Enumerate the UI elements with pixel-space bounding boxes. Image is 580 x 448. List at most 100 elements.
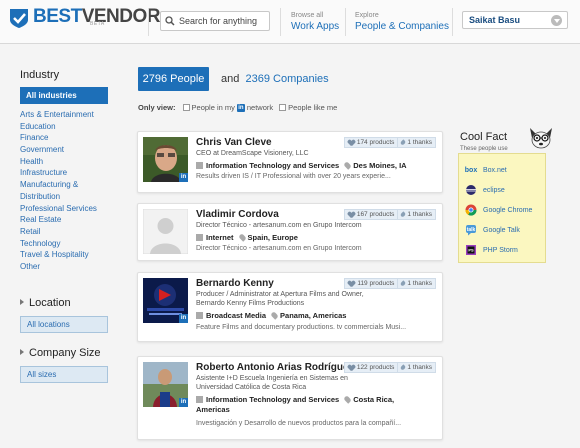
- person-location-cont: Americas: [196, 405, 230, 414]
- person-description: Feature Films and documentary production…: [196, 324, 407, 331]
- thanks-icon: [400, 280, 407, 287]
- nav-people-companies[interactable]: Explore People & Companies: [355, 11, 449, 33]
- person-card[interactable]: Vladimir Cordova Director Técnico - arte…: [137, 203, 443, 261]
- size-heading[interactable]: Company Size: [20, 347, 101, 359]
- thanks-count-label: 1 thanks: [407, 280, 432, 287]
- products-count[interactable]: 167 products: [343, 209, 399, 220]
- industry-item[interactable]: Real Estate: [20, 214, 97, 226]
- user-name: Saikat Basu: [469, 15, 521, 25]
- heart-icon: [348, 212, 355, 218]
- size-filter[interactable]: All sizes: [20, 366, 108, 383]
- industry-item[interactable]: Distribution: [20, 191, 97, 203]
- cool-item-google-talk[interactable]: talk Google Talk: [465, 224, 520, 236]
- person-location: Spain, Europe: [247, 233, 298, 242]
- person-meta: Broadcast Media Panama, Americas: [196, 311, 346, 320]
- triangle-right-icon: [20, 349, 24, 355]
- products-count-label: 167 products: [356, 211, 395, 218]
- divider: [345, 8, 346, 36]
- logo[interactable]: BESTVENDOR: [8, 7, 160, 35]
- heart-icon: [348, 140, 355, 146]
- person-name[interactable]: Chris Van Cleve: [196, 137, 272, 148]
- dog-mascot-icon: [530, 128, 552, 149]
- cool-item-chrome[interactable]: Google Chrome: [465, 204, 532, 216]
- person-location: Panama, Americas: [280, 311, 347, 320]
- user-menu[interactable]: Saikat Basu: [462, 11, 568, 29]
- nav-work-apps-small: Browse all: [291, 12, 324, 19]
- products-count[interactable]: 119 products: [344, 278, 399, 289]
- location-pin-icon: [270, 311, 279, 320]
- person-name[interactable]: Bernardo Kenny: [196, 278, 274, 289]
- person-meta-cont: Americas: [196, 405, 230, 414]
- location-heading[interactable]: Location: [20, 297, 71, 309]
- cool-item-label: PHP Storm: [483, 246, 518, 254]
- industry-item[interactable]: Manufacturing &: [20, 179, 97, 191]
- cool-item-label: Google Talk: [483, 226, 520, 234]
- nav-people-label[interactable]: People & Companies: [355, 20, 449, 33]
- check-shield-icon: [10, 9, 28, 28]
- industry-item[interactable]: Education: [20, 121, 97, 133]
- industry-list: Arts & Entertainment Education Finance G…: [20, 109, 97, 273]
- people-count-button[interactable]: 2796 People: [138, 67, 209, 91]
- industry-item[interactable]: Technology: [20, 238, 97, 250]
- svg-text:PS: PS: [468, 247, 474, 252]
- thanks-count[interactable]: 1 thanks: [398, 362, 436, 373]
- and-text: and: [221, 73, 240, 85]
- thanks-count-label: 1 thanks: [407, 211, 432, 218]
- products-count-label: 122 products: [356, 364, 395, 371]
- search-input[interactable]: [179, 16, 267, 26]
- person-title: Producer / Administrator at Apertura Fil…: [196, 291, 364, 307]
- heart-icon: [348, 365, 355, 371]
- person-name[interactable]: Vladimir Cordova: [196, 209, 279, 220]
- industry-item[interactable]: Other: [20, 261, 97, 273]
- companies-count-link[interactable]: 2369 Companies: [245, 73, 328, 85]
- size-heading-label: Company Size: [29, 347, 101, 359]
- thanks-count[interactable]: 1 thanks: [398, 278, 436, 289]
- person-description: Results driven IS / IT Professional with…: [196, 173, 391, 180]
- cool-fact-box: box Box.net eclipse Google Chrome talk G…: [458, 153, 546, 263]
- beta-label: BETA: [90, 21, 105, 27]
- industry-item[interactable]: Infrastructure: [20, 167, 97, 179]
- industry-item[interactable]: Professional Services: [20, 203, 97, 215]
- nav-work-apps[interactable]: Browse all Work Apps: [291, 11, 339, 33]
- person-card[interactable]: in Chris Van Cleve CEO at DreamScape Vis…: [137, 131, 443, 193]
- person-name[interactable]: Roberto Antonio Arias Rodríguez: [196, 362, 354, 373]
- person-card[interactable]: in Bernardo Kenny Producer / Administrat…: [137, 272, 443, 342]
- products-count[interactable]: 174 products: [343, 137, 399, 148]
- industry-item[interactable]: Government: [20, 144, 97, 156]
- cool-item-eclipse[interactable]: eclipse: [465, 184, 505, 196]
- location-filter[interactable]: All locations: [20, 316, 108, 333]
- top-bar: BESTVENDOR BETA Browse all Work Apps Exp…: [0, 0, 580, 44]
- chevron-down-icon[interactable]: [551, 15, 562, 26]
- person-title: Director Técnico - artesanum.com en Grup…: [196, 222, 362, 229]
- cool-item-box-net[interactable]: box Box.net: [465, 164, 507, 176]
- triangle-right-icon: [20, 299, 24, 305]
- person-location: Des Moines, IA: [353, 161, 407, 170]
- person-industry: Information Technology and Services: [206, 161, 340, 170]
- industry-item[interactable]: Retail: [20, 226, 97, 238]
- products-count[interactable]: 122 products: [343, 362, 399, 373]
- default-avatar-icon[interactable]: [143, 209, 188, 254]
- divider: [452, 8, 453, 36]
- like-me-checkbox[interactable]: [279, 104, 287, 111]
- thanks-count[interactable]: 1 thanks: [398, 209, 436, 220]
- network-checkbox[interactable]: [182, 104, 190, 111]
- industry-item[interactable]: Travel & Hospitality: [20, 249, 97, 261]
- box-net-icon: box: [464, 166, 478, 174]
- location-pin-icon: [343, 395, 352, 404]
- person-description: Investigación y Desarrollo de nuevos pro…: [196, 420, 402, 427]
- industry-all-selected[interactable]: All industries: [20, 87, 108, 104]
- person-meta: Information Technology and Services Costa…: [196, 395, 394, 404]
- nav-work-apps-label[interactable]: Work Apps: [291, 20, 339, 33]
- thanks-count[interactable]: 1 thanks: [398, 137, 436, 148]
- industry-heading: Industry: [20, 69, 60, 81]
- cool-item-php-storm[interactable]: PS PHP Storm: [465, 244, 518, 256]
- industry-item[interactable]: Finance: [20, 132, 97, 144]
- search-box[interactable]: [160, 11, 270, 31]
- building-icon: [196, 234, 203, 241]
- industry-item[interactable]: Health: [20, 156, 97, 168]
- person-card[interactable]: in Roberto Antonio Arias Rodríguez Asist…: [137, 356, 443, 440]
- linkedin-icon: in: [179, 398, 188, 407]
- industry-item[interactable]: Arts & Entertainment: [20, 109, 97, 121]
- person-industry: Information Technology and Services: [206, 395, 340, 404]
- network-label-post: network: [246, 103, 274, 112]
